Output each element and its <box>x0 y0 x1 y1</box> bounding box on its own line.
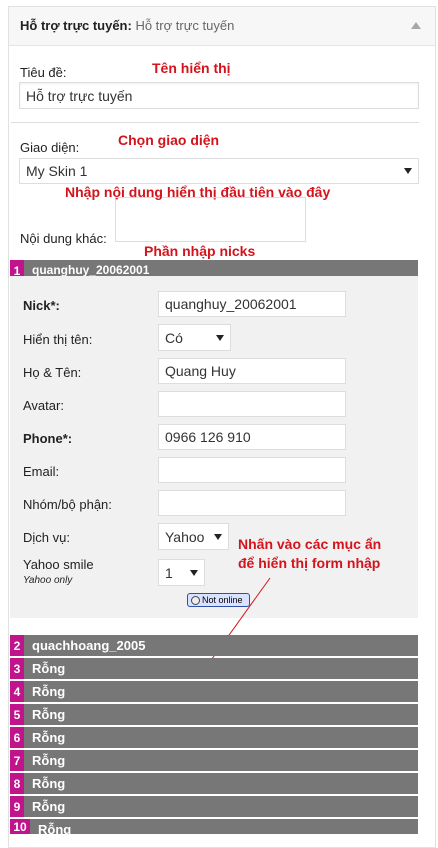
nick-item[interactable]: 7 Rỗng <box>10 750 418 771</box>
nick-item-name: Rỗng <box>32 661 66 676</box>
nick-item-number: 5 <box>10 704 24 725</box>
nick-item-name: Rỗng <box>32 684 66 699</box>
nick-item[interactable]: 9 Rỗng <box>10 796 418 817</box>
nick-item-number: 2 <box>10 635 24 656</box>
nick-item-name: Rỗng <box>32 707 66 722</box>
nick-item-name: Rỗng <box>32 753 66 768</box>
nick-item[interactable]: 6 Rỗng <box>10 727 418 748</box>
nick-item[interactable]: 3 Rỗng <box>10 658 418 679</box>
nick-item-number: 3 <box>10 658 24 679</box>
nick-item[interactable]: 8 Rỗng <box>10 773 418 794</box>
nick-item[interactable]: 10 Rỗng <box>10 819 418 837</box>
nick-item[interactable]: 5 Rỗng <box>10 704 418 725</box>
nick-item-name: Rỗng <box>38 822 72 837</box>
nick-item-number: 6 <box>10 727 24 748</box>
nick-item-number: 10 <box>10 819 30 834</box>
nick-item-name: Rỗng <box>32 730 66 745</box>
nick-item[interactable]: 4 Rỗng <box>10 681 418 702</box>
nick-item-name: Rỗng <box>32 776 66 791</box>
nick-item-number: 7 <box>10 750 24 771</box>
nick-item-number: 4 <box>10 681 24 702</box>
nick-item-number: 9 <box>10 796 24 817</box>
annotation-arrow-line <box>203 577 271 671</box>
nick-item-name: Rỗng <box>32 799 66 814</box>
nick-item[interactable]: 2 quachhoang_2005 <box>10 635 418 656</box>
nick-item-name: quachhoang_2005 <box>32 638 146 653</box>
nick-item-number: 8 <box>10 773 24 794</box>
